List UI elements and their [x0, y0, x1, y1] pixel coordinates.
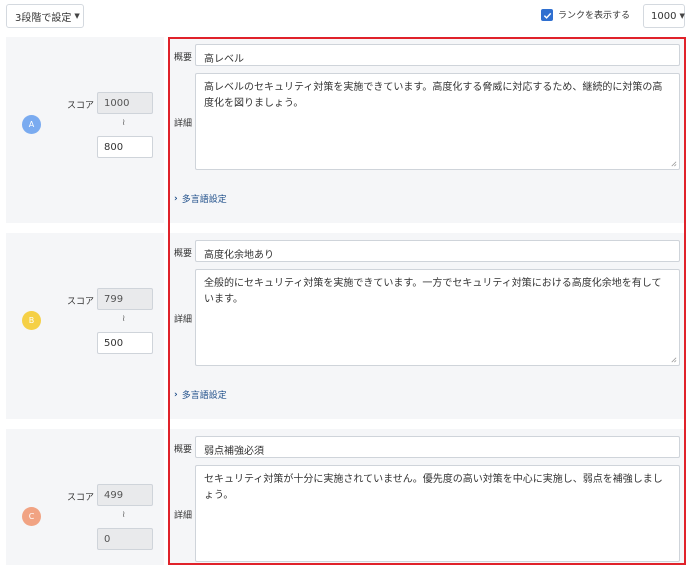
- summary-label: 概要: [174, 445, 193, 455]
- multilang-toggle[interactable]: › 多言語設定: [174, 192, 227, 206]
- detail-label: 詳細: [174, 511, 193, 521]
- detail-textarea[interactable]: 高レベルのセキュリティ対策を実施できています。高度化する脅威に対応するため、継続…: [195, 73, 680, 170]
- summary-input[interactable]: 高レベル: [195, 44, 680, 66]
- range-tilde: ≀: [122, 510, 126, 520]
- rank-settings-page: 3段階で設定 ▼ ランクを表示する 1000 ▼ A スコア 1000 ≀ 80…: [0, 0, 688, 569]
- max-score-value: 1000: [651, 10, 677, 22]
- summary-input[interactable]: 弱点補強必須: [195, 436, 680, 458]
- rank-text-panel: 概要 高度化余地あり 詳細 全般的にセキュリティ対策を実施できています。一方でセ…: [170, 233, 685, 419]
- show-rank-label: ランクを表示する: [558, 11, 631, 21]
- detail-label: 詳細: [174, 119, 193, 129]
- score-label: スコア: [67, 101, 95, 111]
- rank-badge: C: [22, 507, 41, 526]
- detail-label: 詳細: [174, 315, 193, 325]
- score-max-field: 799: [97, 288, 153, 310]
- score-min-input[interactable]: 800: [97, 136, 153, 158]
- chevron-right-icon: ›: [174, 193, 178, 204]
- score-max-field: 499: [97, 484, 153, 506]
- resize-handle-icon[interactable]: [670, 356, 677, 363]
- detail-textarea[interactable]: 全般的にセキュリティ対策を実施できています。一方でセキュリティ対策における高度化…: [195, 269, 680, 366]
- multilang-label: 多言語設定: [181, 391, 227, 401]
- rank-badge: B: [22, 311, 41, 330]
- rank-text-panel: 概要 弱点補強必須 詳細 セキュリティ対策が十分に実施されていません。優先度の高…: [170, 429, 685, 565]
- level-dropdown-button[interactable]: 3段階で設定 ▼: [6, 4, 84, 28]
- resize-handle-icon[interactable]: [670, 160, 677, 167]
- score-min-input[interactable]: 500: [97, 332, 153, 354]
- summary-input[interactable]: 高度化余地あり: [195, 240, 680, 262]
- summary-label: 概要: [174, 53, 193, 63]
- rank-score-panel: A スコア 1000 ≀ 800: [6, 37, 164, 223]
- range-tilde: ≀: [122, 118, 126, 128]
- level-dropdown-label: 3段階で設定: [15, 12, 72, 24]
- detail-text: 全般的にセキュリティ対策を実施できています。一方でセキュリティ対策における高度化…: [204, 278, 662, 305]
- chevron-right-icon: ›: [174, 389, 178, 400]
- range-tilde: ≀: [122, 314, 126, 324]
- check-icon: [543, 12, 551, 19]
- caret-down-icon: ▼: [74, 12, 80, 20]
- detail-text: 高レベルのセキュリティ対策を実施できています。高度化する脅威に対応するため、継続…: [204, 82, 663, 109]
- detail-text: セキュリティ対策が十分に実施されていません。優先度の高い対策を中心に実施し、弱点…: [204, 474, 663, 501]
- score-max-field: 1000: [97, 92, 153, 114]
- rank-score-panel: C スコア 499 ≀ 0: [6, 429, 164, 565]
- score-label: スコア: [67, 297, 95, 307]
- max-score-dropdown[interactable]: 1000 ▼: [643, 4, 685, 28]
- caret-down-icon: ▼: [679, 12, 685, 20]
- rank-text-panel: 概要 高レベル 詳細 高レベルのセキュリティ対策を実施できています。高度化する脅…: [170, 37, 685, 223]
- summary-label: 概要: [174, 249, 193, 259]
- multilang-toggle[interactable]: › 多言語設定: [174, 388, 227, 402]
- detail-textarea[interactable]: セキュリティ対策が十分に実施されていません。優先度の高い対策を中心に実施し、弱点…: [195, 465, 680, 562]
- score-min-field: 0: [97, 528, 153, 550]
- rank-score-panel: B スコア 799 ≀ 500: [6, 233, 164, 419]
- rank-badge: A: [22, 115, 41, 134]
- score-label: スコア: [67, 493, 95, 503]
- show-rank-checkbox[interactable]: [541, 9, 553, 21]
- multilang-label: 多言語設定: [181, 195, 227, 205]
